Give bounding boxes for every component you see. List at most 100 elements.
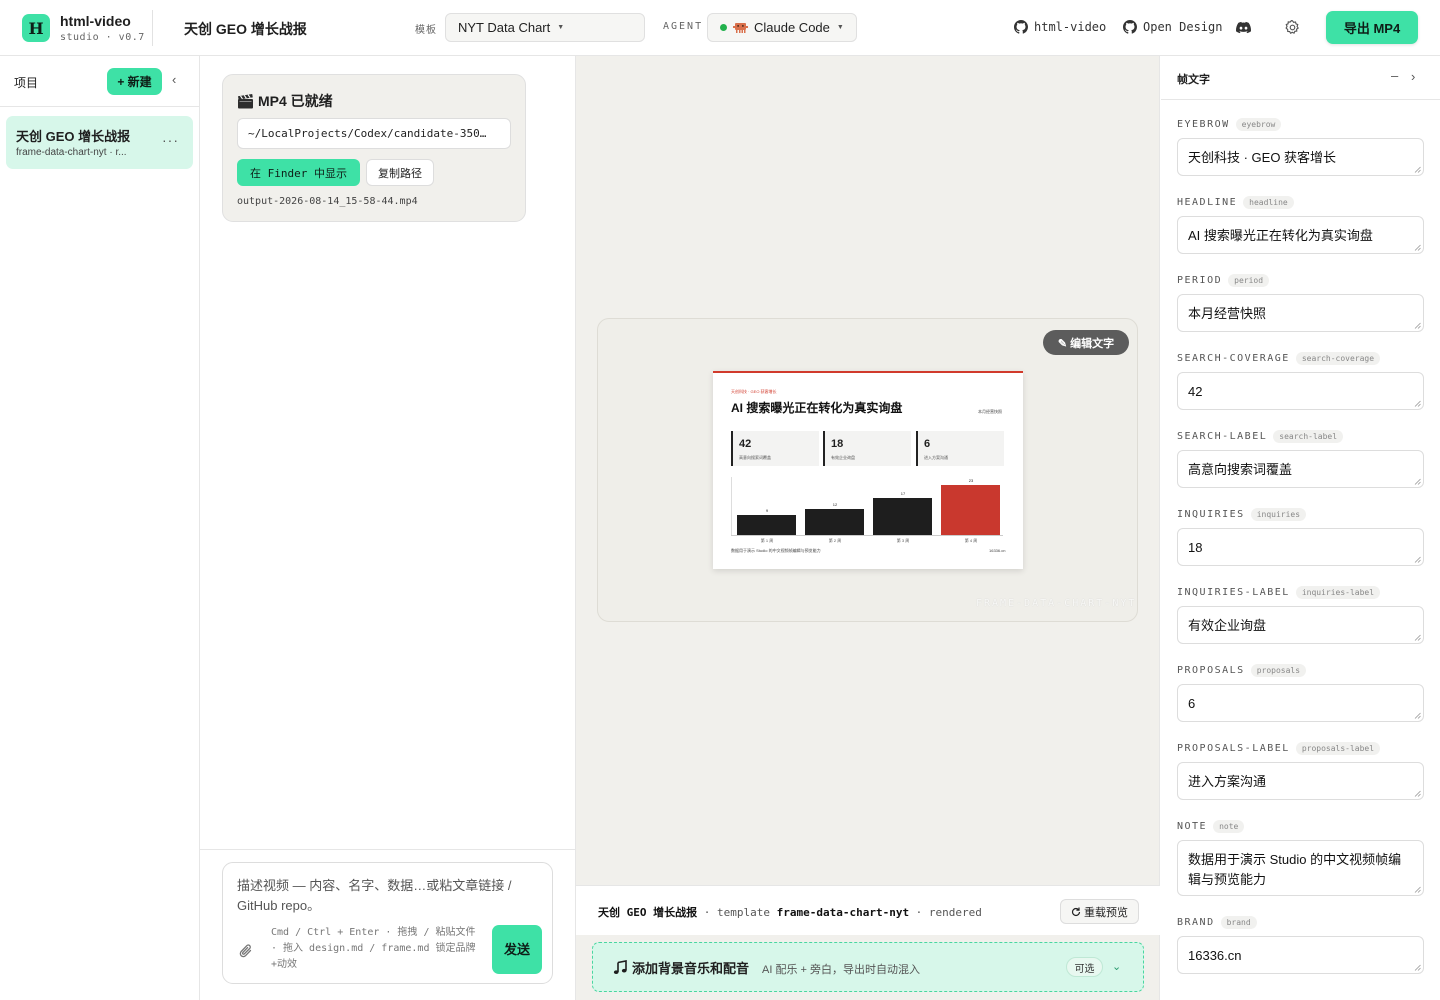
field-value: 天创科技 · GEO 获客增长 — [1188, 150, 1337, 165]
app-name: html-video — [60, 13, 131, 29]
show-in-finder-button[interactable]: 在 Finder 中显示 — [237, 159, 360, 186]
discord-icon[interactable] — [1236, 21, 1251, 34]
collapse-sidebar-icon[interactable]: ‹ — [172, 72, 176, 87]
search-label-input[interactable]: 高意向搜索词覆盖 — [1177, 450, 1424, 488]
field-headline: HEADLINE headline AI 搜索曝光正在转化为真实询盘 — [1177, 194, 1424, 254]
status-sep: · template — [697, 906, 777, 919]
output-path-value: ~/LocalProjects/Codex/candidate-350… — [248, 127, 487, 140]
field-key: HEADLINE — [1177, 196, 1238, 208]
render-status: 天创 GEO 增长战报 · template frame-data-chart-… — [598, 904, 982, 920]
field-tag: period — [1228, 273, 1270, 287]
frame-text-header: 帧文字 – › — [1161, 56, 1440, 100]
frame-stat-proposals: 6 进入方案沟通 — [916, 431, 1004, 466]
resize-handle-icon[interactable] — [1414, 886, 1421, 893]
field-tag: note — [1213, 819, 1245, 833]
mp4-ready-label: MP4 已就绪 — [258, 93, 333, 109]
resize-handle-icon[interactable] — [1414, 166, 1421, 173]
resize-handle-icon[interactable] — [1414, 556, 1421, 563]
resize-handle-icon[interactable] — [1414, 712, 1421, 719]
add-music-banner[interactable]: 添加背景音乐和配音 AI 配乐 + 旁白，导出时自动混入 可选 ⌄ — [592, 942, 1144, 992]
proposals-label-input[interactable]: 进入方案沟通 — [1177, 762, 1424, 800]
eyebrow-input[interactable]: 天创科技 · GEO 获客增长 — [1177, 138, 1424, 176]
chevron-right-icon[interactable]: › — [1411, 69, 1415, 84]
chart-category-label: 第 3 周 — [896, 538, 910, 543]
resize-handle-icon[interactable] — [1414, 400, 1421, 407]
field-label: NOTE note — [1177, 818, 1424, 834]
chart-bar — [737, 515, 796, 535]
gear-icon[interactable] — [1284, 19, 1301, 36]
agent-label: AGENT — [663, 21, 704, 32]
chevron-down-icon: ▼ — [557, 24, 565, 31]
field-period: PERIOD period 本月经营快照 — [1177, 272, 1424, 332]
period-input[interactable]: 本月经营快照 — [1177, 294, 1424, 332]
sidebar-header: 项目 + 新建 ‹ — [0, 56, 199, 107]
field-value: 高意向搜索词覆盖 — [1188, 462, 1293, 477]
chart-bar-value: 23 — [968, 478, 974, 483]
frame-note: 数据用于演示 Studio 的中文视频帧编辑与预览能力 — [731, 548, 821, 553]
resize-handle-icon[interactable] — [1414, 634, 1421, 641]
open-design-link[interactable]: Open Design — [1123, 20, 1222, 34]
field-tag: inquiries-label — [1295, 585, 1381, 599]
html-video-link[interactable]: html-video — [1014, 20, 1106, 34]
status-dot-icon — [720, 24, 727, 31]
reload-preview-button[interactable]: 重载预览 — [1060, 899, 1139, 924]
field-search-coverage: SEARCH-COVERAGE search-coverage 42 — [1177, 350, 1424, 410]
resize-handle-icon[interactable] — [1414, 322, 1421, 329]
output-path-field[interactable]: ~/LocalProjects/Codex/candidate-350… — [237, 118, 511, 149]
field-value: 16336.cn — [1188, 948, 1242, 963]
field-key: SEARCH-LABEL — [1177, 430, 1268, 442]
edit-text-button[interactable]: ✎ 编辑文字 — [1043, 330, 1129, 355]
search-coverage-input[interactable]: 42 — [1177, 372, 1424, 410]
field-tag: brand — [1220, 915, 1257, 929]
frame-stat-value: 6 — [924, 438, 931, 450]
resize-handle-icon[interactable] — [1414, 790, 1421, 797]
note-input[interactable]: 数据用于演示 Studio 的中文视频帧编辑与预览能力 — [1177, 840, 1424, 896]
field-key: PROPOSALS-LABEL — [1177, 742, 1290, 754]
video-frame: 天创科技 · GEO 获客增长 AI 搜索曝光正在转化为真实询盘 本月经营快照 … — [713, 371, 1023, 569]
music-note-icon — [613, 960, 627, 974]
project-sidebar: 项目 + 新建 ‹ 天创 GEO 增长战报 frame-data-chart-n… — [0, 56, 200, 1000]
composer-hint: Cmd / Ctrl + Enter · 拖拽 / 粘贴文件 · 拖入 desi… — [271, 927, 476, 970]
field-tag: proposals — [1250, 663, 1307, 677]
project-title[interactable]: 天创 GEO 增长战报 — [184, 19, 307, 39]
chart-bar-value: 9 — [765, 508, 769, 513]
chart-bar — [873, 498, 932, 535]
inquiries-input[interactable]: 18 — [1177, 528, 1424, 566]
prompt-composer[interactable]: 描述视频 — 内容、名字、数据…或粘文章链接 / GitHub repo。 Cm… — [222, 862, 553, 984]
headline-input[interactable]: AI 搜索曝光正在转化为真实询盘 — [1177, 216, 1424, 254]
field-note: NOTE note 数据用于演示 Studio 的中文视频帧编辑与预览能力 — [1177, 818, 1424, 896]
prompt-input[interactable]: 描述视频 — 内容、名字、数据…或粘文章链接 / GitHub repo。 — [237, 876, 537, 916]
chevron-down-icon[interactable]: ⌄ — [1112, 960, 1121, 973]
brand-input[interactable]: 16336.cn — [1177, 936, 1424, 974]
template-select[interactable]: NYT Data Chart ▼ — [445, 13, 645, 42]
minimize-icon[interactable]: – — [1391, 68, 1398, 83]
chart-baseline — [731, 535, 1003, 536]
proposals-input[interactable]: 6 — [1177, 684, 1424, 722]
resize-handle-icon[interactable] — [1414, 964, 1421, 971]
sidebar-title: 项目 — [14, 76, 39, 90]
more-options-icon[interactable]: ··· — [162, 132, 179, 148]
field-search-label: SEARCH-LABEL search-label 高意向搜索词覆盖 — [1177, 428, 1424, 488]
chart-bar — [805, 509, 864, 535]
app-logo-icon[interactable]: H — [22, 14, 50, 42]
field-proposals-label: PROPOSALS-LABEL proposals-label 进入方案沟通 — [1177, 740, 1424, 800]
export-mp4-button[interactable]: 导出 MP4 — [1326, 11, 1418, 44]
new-project-button[interactable]: + 新建 — [107, 68, 162, 95]
project-item-sub: frame-data-chart-nyt · r... — [16, 147, 127, 158]
field-key: SEARCH-COVERAGE — [1177, 352, 1290, 364]
field-key: PERIOD — [1177, 274, 1223, 286]
top-header: H html-video studio · v0.7 天创 GEO 增长战报 模… — [0, 0, 1440, 56]
agent-select[interactable]: Claude Code ▼ — [707, 13, 857, 42]
resize-handle-icon[interactable] — [1414, 478, 1421, 485]
inquiries-label-input[interactable]: 有效企业询盘 — [1177, 606, 1424, 644]
field-inquiries: INQUIRIES inquiries 18 — [1177, 506, 1424, 566]
copy-path-button[interactable]: 复制路径 — [366, 159, 434, 186]
field-value: 有效企业询盘 — [1188, 618, 1267, 633]
chart-bar-value: 17 — [900, 491, 906, 496]
paperclip-icon[interactable] — [239, 943, 253, 959]
resize-handle-icon[interactable] — [1414, 244, 1421, 251]
open-design-link-label: Open Design — [1143, 20, 1223, 34]
field-tag: headline — [1243, 195, 1294, 209]
send-button[interactable]: 发送 — [492, 925, 542, 974]
project-list-item[interactable]: 天创 GEO 增长战报 frame-data-chart-nyt · r... … — [6, 116, 193, 169]
